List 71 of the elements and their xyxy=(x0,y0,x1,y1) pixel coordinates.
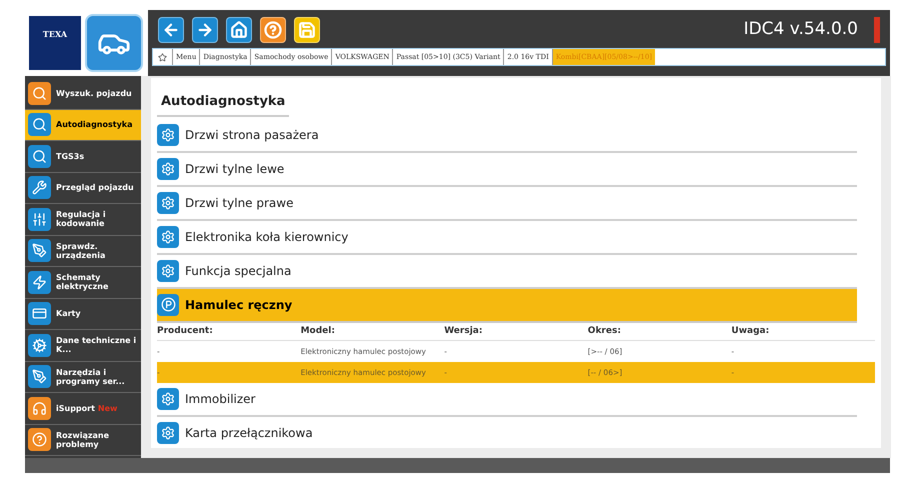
lightning-icon xyxy=(28,270,51,294)
sidebar-label: Rozwiązane problemy xyxy=(56,430,110,449)
pen-icon xyxy=(28,239,51,262)
gear-icon xyxy=(28,334,51,357)
sidebar-item[interactable]: TGS3s xyxy=(25,141,141,172)
column-header: Wersja: xyxy=(444,324,484,338)
section-tab[interactable]: Autodiagnostyka xyxy=(157,92,290,116)
sliders-icon xyxy=(28,208,51,231)
back-button[interactable] xyxy=(158,17,184,43)
version-label: IDC4 v.54.0.0 xyxy=(744,18,859,42)
car-button[interactable] xyxy=(85,14,143,72)
sidebar-label: Karty xyxy=(56,309,81,318)
forward-icon xyxy=(196,21,214,39)
help-icon xyxy=(28,428,51,452)
category-row[interactable]: Drzwi tylne prawe xyxy=(157,186,857,220)
save-icon xyxy=(298,21,316,39)
wrench-icon xyxy=(28,176,51,200)
sidebar-item[interactable]: Dane techniczne i K... xyxy=(25,330,141,362)
sidebar-item[interactable]: Przegląd pojazdu xyxy=(25,172,141,204)
category-row[interactable]: Drzwi strona pasażera xyxy=(157,118,857,152)
module-icon xyxy=(157,192,179,214)
sidebar-label: Sprawdz. urządzenia xyxy=(56,242,106,260)
sidebar-item[interactable]: Karty xyxy=(25,298,141,330)
category-row[interactable]: Karta przełącznikowa xyxy=(157,417,857,448)
sidebar-item[interactable]: Regulacja i kodowanie xyxy=(25,204,141,236)
column-header: Uwaga: xyxy=(731,324,770,338)
headset-icon xyxy=(28,396,51,420)
parking-icon xyxy=(157,294,179,316)
sidebar-item[interactable]: Sprawdz. urządzenia xyxy=(25,236,141,267)
card-icon xyxy=(28,302,51,326)
back-icon xyxy=(162,21,180,39)
sidebar-item[interactable]: Rozwiązane problemy xyxy=(25,424,141,456)
sidebar-label: Autodiagnostyka xyxy=(56,120,133,130)
help-icon xyxy=(264,21,282,39)
category-row[interactable]: Immobilizer xyxy=(157,383,857,417)
module-icon xyxy=(157,226,179,248)
sidebar-label: TGS3s xyxy=(56,152,84,161)
new-label: New xyxy=(98,404,118,413)
sidebar-label: Dane techniczne i K... xyxy=(56,336,136,354)
home-button[interactable] xyxy=(226,17,252,43)
module-icon xyxy=(157,124,179,146)
pen-icon xyxy=(28,365,51,388)
sidebar-label: iSupport xyxy=(56,404,95,413)
module-icon xyxy=(157,388,179,410)
module-icon xyxy=(157,260,179,282)
column-header: Okres: xyxy=(588,324,622,338)
sidebar-label: Wyszuk. pojazdu xyxy=(56,88,132,98)
sidebar-label: Przegląd pojazdu xyxy=(56,183,134,192)
logo: TEXA xyxy=(29,16,81,70)
column-header: Model: xyxy=(300,324,336,338)
forward-button[interactable] xyxy=(192,17,218,43)
category-row[interactable]: Elektronika koła kierownicy xyxy=(157,220,857,254)
search-icon xyxy=(28,113,51,136)
sidebar-item[interactable]: Autodiagnostyka xyxy=(25,110,141,141)
search-icon xyxy=(28,82,51,105)
sidebar-label: Narzędzia i programy ser... xyxy=(56,368,125,386)
star-icon[interactable] xyxy=(158,52,167,62)
sidebar-label: Schematy elektryczne xyxy=(56,273,108,292)
help-button[interactable] xyxy=(260,17,286,43)
module-icon xyxy=(157,422,179,444)
sidebar-label: Regulacja i kodowanie xyxy=(56,210,106,228)
module-icon xyxy=(157,158,179,180)
search-icon xyxy=(28,144,51,168)
sidebar-item[interactable]: Narzędzia i programy ser... xyxy=(25,362,141,393)
category-row[interactable]: Drzwi tylne lewe xyxy=(157,152,857,186)
sidebar-item[interactable]: Schematy elektryczne xyxy=(25,267,141,298)
column-header: Producent: xyxy=(157,324,214,338)
home-icon xyxy=(230,21,248,39)
category-row[interactable]: Hamulec ręczny xyxy=(157,288,857,322)
save-button[interactable] xyxy=(294,17,320,43)
sidebar-item[interactable]: iSupport New xyxy=(25,393,141,424)
